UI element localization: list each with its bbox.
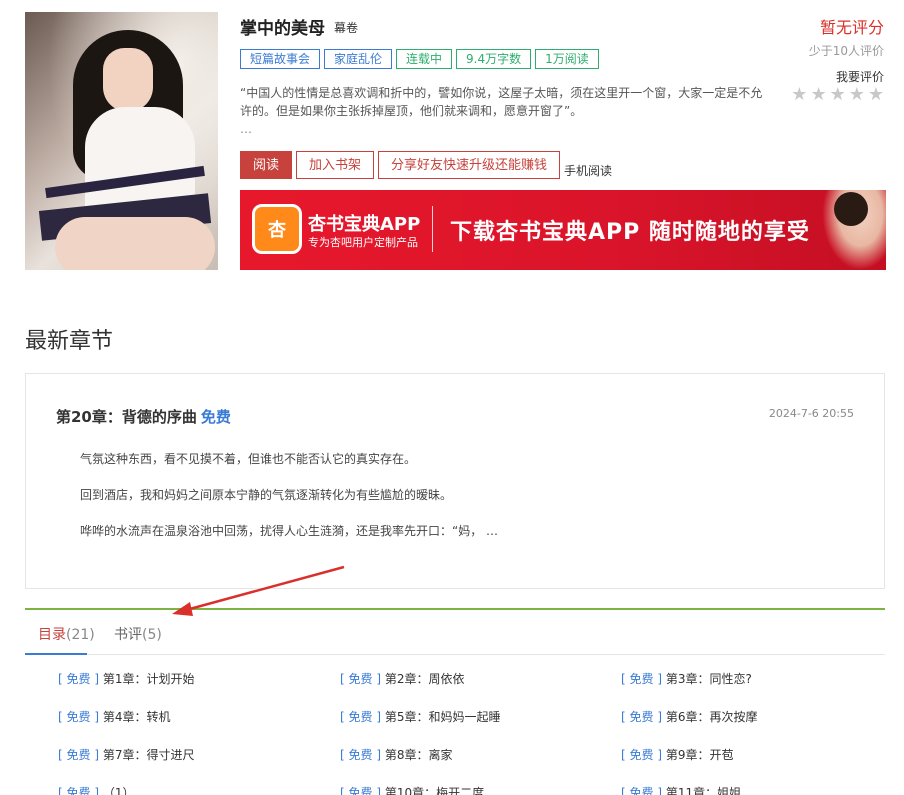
rating-score: 暂无评分 [819, 18, 884, 37]
tag-genre[interactable]: 家庭乱伦 [324, 49, 393, 69]
latest-chapter-card: 第20章：背德的序曲 免费 2024-7-6 20:55 气氛这种东西，看不见摸不… [25, 373, 885, 589]
excerpt-paragraph: 哗哗的水流声在温泉浴池中回荡，扰得人心生涟漪，还是我率先开口：“妈， … [80, 524, 499, 538]
mobile-read-link[interactable]: 手机阅读 [564, 163, 612, 179]
chapter-link[interactable]: [ 免费 ] 第5章：和妈妈一起睡 [340, 708, 500, 725]
latest-section-title: 最新章节 [25, 329, 114, 354]
chapter-link[interactable]: [ 免费 ] 第8章：离家 [340, 746, 452, 763]
star-icon[interactable]: ★ [830, 86, 846, 104]
tag-category[interactable]: 短篇故事会 [240, 49, 321, 69]
book-cover-image[interactable] [25, 12, 218, 270]
chapter-link[interactable]: [ 免费 ] 第11章：姐姐 [621, 784, 741, 795]
tag-word-count: 9.4万字数 [456, 49, 532, 69]
star-icon[interactable]: ★ [810, 86, 826, 104]
chapter-link[interactable]: [ 免费 ] 第1章：计划开始 [58, 670, 194, 687]
rating-count: 少于10人评价 [808, 44, 884, 58]
chapter-link[interactable]: [ 免费 ] 第3章：同性恋? [621, 670, 752, 687]
excerpt-paragraph: 气氛这种东西，看不见摸不着，但谁也不能否认它的真实存在。 [80, 452, 417, 466]
star-icon[interactable]: ★ [868, 86, 884, 104]
excerpt-paragraph: 回到酒店，我和妈妈之间原本宁静的气氛逐渐转化为有些尴尬的暧昧。 [80, 488, 453, 502]
tag-read-count: 1万阅读 [535, 49, 599, 69]
tab-catalog[interactable]: 目录(21) [38, 624, 95, 644]
latest-chapter-title[interactable]: 第20章：背德的序曲 免费 [56, 406, 231, 427]
read-button[interactable]: 阅读 [240, 151, 293, 179]
toc-panel: 目录(21) 书评(5) [ 免费 ] 第1章：计划开始 [ 免费 ] 第2章：… [25, 608, 885, 795]
star-icon[interactable]: ★ [791, 86, 807, 104]
chapter-row: [ 免费 ] 第1章：计划开始 [ 免费 ] 第2章：周依依 [ 免费 ] 第3… [58, 670, 898, 708]
rating-stars: ★ ★ ★ ★ ★ [791, 86, 884, 104]
chapter-list: [ 免费 ] 第1章：计划开始 [ 免费 ] 第2章：周依依 [ 免费 ] 第3… [58, 670, 898, 795]
chapter-link[interactable]: [ 免费 ] 第9章：开苞 [621, 746, 733, 763]
chapter-row: [ 免费 ] 第4章：转机 [ 免费 ] 第5章：和妈妈一起睡 [ 免费 ] 第… [58, 708, 898, 746]
share-button[interactable]: 分享好友快速升级还能赚钱 [378, 151, 561, 179]
chapter-link[interactable]: [ 免费 ] 第10章：梅开二度 [340, 784, 484, 795]
app-logo-icon: 杏 [252, 204, 302, 254]
banner-model-hair [834, 192, 868, 226]
free-badge: 免费 [200, 408, 231, 426]
banner-divider [432, 206, 433, 252]
cover-legs [55, 217, 215, 270]
rate-label: 我要评价 [835, 70, 884, 84]
description-more[interactable]: … [240, 122, 252, 136]
chapter-row: [ 免费 ] 第7章：得寸进尺 [ 免费 ] 第8章：离家 [ 免费 ] 第9章… [58, 746, 898, 784]
tab-reviews[interactable]: 书评(5) [114, 624, 162, 644]
cover-face [103, 48, 153, 112]
banner-app-subtitle: 专为杏吧用户定制产品 [308, 236, 418, 249]
banner-app-name: 杏书宝典APP [308, 214, 421, 235]
latest-chapter-date: 2024-7-6 20:55 [768, 407, 854, 420]
active-tab-indicator [25, 653, 87, 655]
book-tags: 短篇故事会 家庭乱伦 连载中 9.4万字数 1万阅读 [240, 49, 599, 69]
chapter-link[interactable]: [ 免费 ] 第2章：周依依 [340, 670, 464, 687]
chapter-row: [ 免费 ] （1） [ 免费 ] 第10章：梅开二度 [ 免费 ] 第11章：… [58, 784, 898, 795]
chapter-link[interactable]: [ 免费 ] 第6章：再次按摩 [621, 708, 757, 725]
book-description: “中国人的性情是总喜欢调和折中的，譬如你说，这屋子太暗，须在这里开一个窗，大家一… [240, 86, 763, 118]
star-icon[interactable]: ★ [849, 86, 865, 104]
latest-chapter-name[interactable]: 第20章：背德的序曲 [56, 408, 197, 426]
chapter-link[interactable]: [ 免费 ] 第4章：转机 [58, 708, 170, 725]
toc-tabs: 目录(21) 书评(5) [25, 610, 885, 655]
tag-status: 连载中 [396, 49, 453, 69]
chapter-link[interactable]: [ 免费 ] 第7章：得寸进尺 [58, 746, 194, 763]
book-author[interactable]: 幕卷 [334, 19, 358, 36]
banner-slogan: 下载杏书宝典APP 随时随地的享受 [450, 220, 810, 245]
chapter-link[interactable]: [ 免费 ] （1） [58, 784, 134, 795]
book-title: 掌中的美母 [240, 19, 325, 39]
add-to-shelf-button[interactable]: 加入书架 [296, 151, 375, 179]
book-actions: 阅读 加入书架 分享好友快速升级还能赚钱 手机阅读 [240, 151, 612, 179]
app-download-banner[interactable]: 杏 杏书宝典APP 专为杏吧用户定制产品 下载杏书宝典APP 随时随地的享受 [240, 190, 886, 270]
